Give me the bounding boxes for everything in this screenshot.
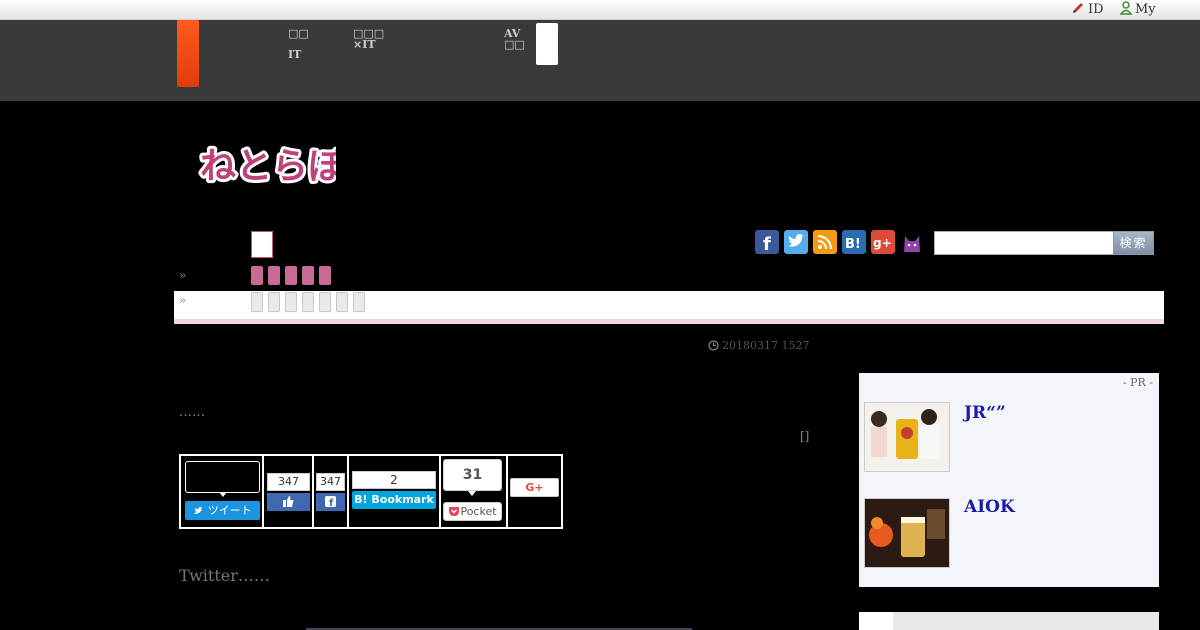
category-tag[interactable] <box>302 266 314 285</box>
tag-item[interactable] <box>319 292 331 312</box>
pencil-icon <box>1071 1 1085 19</box>
nav-item-1-line2: IT <box>288 48 302 61</box>
my-label: My <box>1135 2 1156 17</box>
my-link[interactable]: My <box>1119 1 1156 19</box>
pr-thumbnail-1[interactable] <box>864 402 950 472</box>
sidebar-next-widget-tab[interactable] <box>859 612 893 630</box>
id-label: ID <box>1088 2 1104 17</box>
nav-item-1[interactable]: □□ IT <box>288 28 309 60</box>
svg-text:f: f <box>329 498 334 507</box>
hatena-b-icon: B! <box>354 493 368 506</box>
pr-label: - PR - <box>1122 376 1153 389</box>
pr-item-1-title[interactable]: JR“” <box>964 403 1006 423</box>
article-bracket: [] <box>800 429 810 443</box>
nav-item-3-line2: □□ <box>504 38 525 51</box>
tweet-count-box <box>185 461 260 493</box>
gplus-cell: G+ <box>508 456 563 527</box>
pocket-label: Pocket <box>460 505 497 518</box>
search-input[interactable] <box>934 231 1114 255</box>
tag-item[interactable] <box>285 292 297 312</box>
share-bar: ツイート 347 347 f 2 B! Bookmark 31 Pocket G… <box>179 454 563 529</box>
google-plus-icon[interactable]: g+ <box>871 230 895 254</box>
svg-text:B!: B! <box>845 237 861 252</box>
site-logo[interactable]: ねとらぼ ねとらぼ <box>196 136 347 194</box>
article-twitter-text: Twitter…… <box>179 566 270 585</box>
twitter-icon[interactable] <box>784 230 808 254</box>
tag-item[interactable] <box>336 292 348 312</box>
fb-share-button[interactable]: f <box>316 493 345 511</box>
facebook-icon[interactable]: f <box>755 230 779 255</box>
clock-icon <box>708 340 719 354</box>
pocket-count: 31 <box>443 459 502 491</box>
id-link[interactable]: ID <box>1071 1 1104 19</box>
cat-icon[interactable] <box>900 230 924 254</box>
nav-home-tab[interactable] <box>177 20 199 87</box>
logo-text: ねとらぼ <box>200 146 336 187</box>
category-tag[interactable] <box>285 266 297 285</box>
top-utility-bar: ID My <box>0 0 1200 20</box>
tag-item[interactable] <box>302 292 314 312</box>
tag-item[interactable] <box>251 292 263 312</box>
category-tab-active[interactable] <box>251 231 273 258</box>
category-tag[interactable] <box>268 266 280 285</box>
pr-item-2-title[interactable]: AIOK <box>964 497 1015 517</box>
search-button[interactable]: 検索 <box>1113 231 1154 255</box>
hatena-cell: 2 B! Bookmark <box>349 456 441 527</box>
tweet-count-pointer <box>219 492 227 497</box>
pr-box: - PR - JR“” AIOK <box>859 373 1159 587</box>
tag-item[interactable] <box>268 292 280 312</box>
nav-item-1-line1: □□ <box>288 27 309 40</box>
category-tag[interactable] <box>251 266 263 285</box>
fb-like-cell: 347 <box>264 456 314 527</box>
nav-item-2[interactable]: □□□ ×IT <box>353 28 384 50</box>
pr-thumbnail-2[interactable] <box>864 498 950 568</box>
nav-item-3[interactable]: AV □□ <box>504 28 525 50</box>
nav-item-2-line2: ×IT <box>353 38 376 51</box>
pocket-count-pointer <box>468 491 476 496</box>
hatena-icon[interactable]: B! <box>842 230 866 254</box>
sidebar-next-widget <box>859 612 1159 630</box>
user-icon <box>1119 1 1133 19</box>
tweet-button[interactable]: ツイート <box>185 501 260 520</box>
nav-white-tab[interactable] <box>536 23 558 65</box>
tweet-cell: ツイート <box>181 456 264 527</box>
article-intro: …… <box>179 405 205 420</box>
svg-text:g+: g+ <box>873 236 892 250</box>
pocket-cell: 31 Pocket <box>441 456 508 527</box>
pocket-icon <box>448 505 460 522</box>
hatena-label: Bookmark <box>371 493 434 506</box>
svg-text:f: f <box>763 234 771 254</box>
category-tag[interactable] <box>319 266 331 285</box>
hatena-count: 2 <box>352 471 436 489</box>
pocket-button[interactable]: Pocket <box>443 502 502 521</box>
breadcrumb-chevron: » <box>179 268 187 282</box>
tweet-label: ツイート <box>207 504 252 517</box>
fb-like-button[interactable] <box>267 493 310 511</box>
article-date-text: 20180317 1527 <box>722 339 810 352</box>
twitter-bird-icon <box>193 503 204 522</box>
facebook-f-icon: f <box>325 494 336 512</box>
fb-share-cell: 347 f <box>314 456 349 527</box>
gplus-button[interactable]: G+ <box>510 478 559 497</box>
breadcrumb-chevron: » <box>179 293 187 307</box>
fb-share-count: 347 <box>316 473 345 491</box>
rss-icon[interactable] <box>813 230 837 254</box>
article-date: 20180317 1527 <box>708 339 809 354</box>
tag-item[interactable] <box>353 292 365 312</box>
hatena-bookmark-button[interactable]: B! Bookmark <box>352 491 436 509</box>
fb-like-count: 347 <box>267 473 310 491</box>
thumbs-up-icon <box>283 494 294 512</box>
